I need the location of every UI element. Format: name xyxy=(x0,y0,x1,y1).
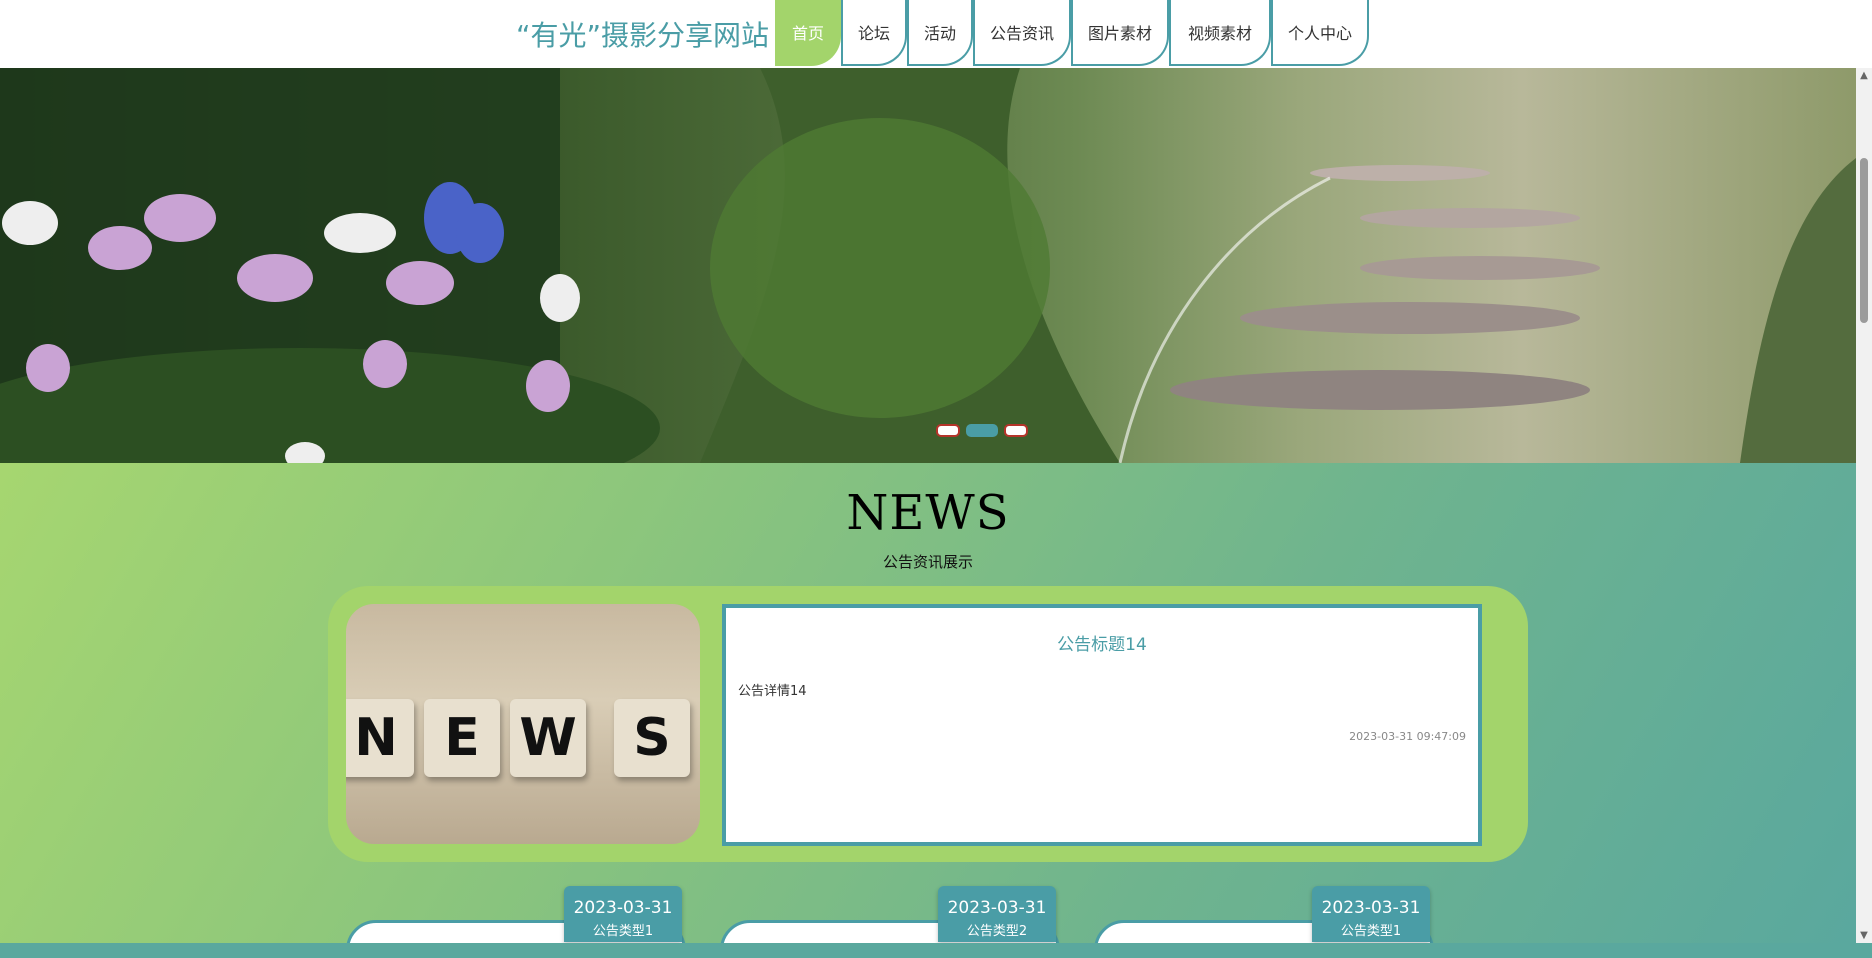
news-block-letter: S xyxy=(614,699,690,777)
news-card-date: 2023-03-31 xyxy=(1321,898,1421,918)
page-scrollbar[interactable]: ▲ ▼ xyxy=(1856,68,1872,943)
news-section: NEWS 公告资讯展示 N E W S 公告标题14 公告详情14 2023-0… xyxy=(0,463,1856,943)
news-card-date: 2023-03-31 xyxy=(947,898,1047,918)
news-timestamp: 2023-03-31 09:47:09 xyxy=(1349,730,1466,743)
nav-home[interactable]: 首页 xyxy=(775,0,841,66)
main-nav: 首页 论坛 活动 公告资讯 图片素材 视频素材 个人中心 xyxy=(775,0,1369,68)
carousel-dot-3[interactable] xyxy=(1004,424,1028,437)
featured-news-card[interactable]: N E W S 公告标题14 公告详情14 2023-03-31 09:47:0… xyxy=(328,586,1528,862)
news-subheading: 公告资讯展示 xyxy=(882,553,973,571)
news-list-card[interactable]: 2023-03-31 公告类型2 xyxy=(716,886,1076,943)
carousel-dot-2[interactable] xyxy=(966,424,998,437)
carousel-slide-image xyxy=(0,68,1856,463)
site-title[interactable]: “有光”摄影分享网站 xyxy=(516,14,769,54)
site-header: “有光”摄影分享网站 首页 论坛 活动 公告资讯 图片素材 视频素材 个人中心 xyxy=(0,0,1856,68)
hero-carousel[interactable] xyxy=(0,68,1856,463)
news-thumbnail[interactable]: N E W S xyxy=(346,604,700,844)
carousel-dot-1[interactable] xyxy=(936,424,960,437)
scroll-up-arrow-icon[interactable]: ▲ xyxy=(1859,70,1869,81)
news-card-type: 公告类型2 xyxy=(966,924,1028,939)
news-block-letter: N xyxy=(346,699,414,777)
news-block-letter: E xyxy=(424,699,500,777)
nav-image-materials[interactable]: 图片素材 xyxy=(1071,0,1169,66)
news-card-tag: 2023-03-31 公告类型1 xyxy=(564,886,682,942)
news-card-date: 2023-03-31 xyxy=(573,898,673,918)
nav-personal-center[interactable]: 个人中心 xyxy=(1271,0,1369,66)
news-heading: NEWS xyxy=(846,485,1010,541)
nav-forum[interactable]: 论坛 xyxy=(841,0,907,66)
news-list-card[interactable]: 2023-03-31 公告类型1 xyxy=(1090,886,1450,943)
news-card-tag: 2023-03-31 公告类型2 xyxy=(938,886,1056,942)
scroll-thumb[interactable] xyxy=(1860,158,1868,323)
scroll-down-arrow-icon[interactable]: ▼ xyxy=(1859,930,1869,941)
news-body: 公告详情14 xyxy=(738,684,807,699)
news-list-card[interactable]: 2023-03-31 公告类型1 xyxy=(342,886,702,943)
carousel-indicators xyxy=(936,424,1028,437)
nav-video-materials[interactable]: 视频素材 xyxy=(1169,0,1271,66)
news-detail-panel: 公告标题14 公告详情14 2023-03-31 09:47:09 xyxy=(722,604,1482,846)
news-block-letter: W xyxy=(510,699,586,777)
news-card-type: 公告类型1 xyxy=(1340,924,1402,939)
news-card-type: 公告类型1 xyxy=(592,924,654,939)
nav-announcements[interactable]: 公告资讯 xyxy=(973,0,1071,66)
nav-activities[interactable]: 活动 xyxy=(907,0,973,66)
news-card-tag: 2023-03-31 公告类型1 xyxy=(1312,886,1430,942)
page-bottom-edge xyxy=(0,943,1872,958)
news-title[interactable]: 公告标题14 xyxy=(726,630,1478,655)
